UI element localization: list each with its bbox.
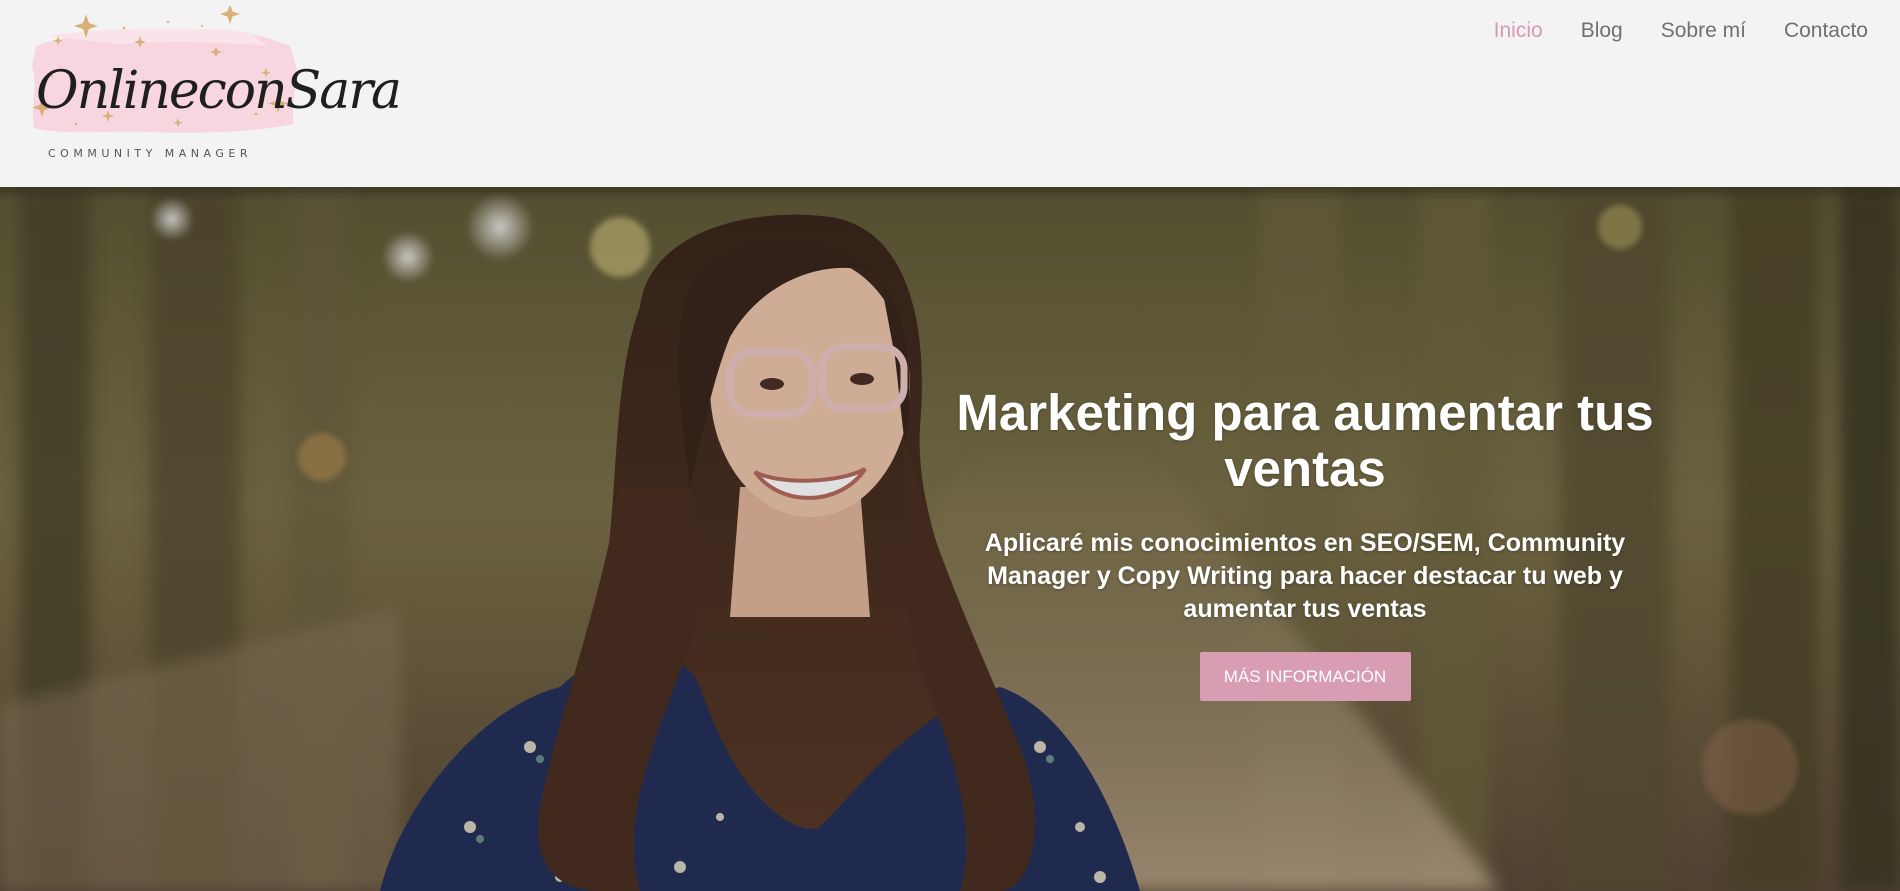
logo-subtitle: COMMUNITY MANAGER bbox=[48, 147, 252, 160]
nav-item-contacto[interactable]: Contacto bbox=[1784, 14, 1868, 48]
nav-item-blog[interactable]: Blog bbox=[1581, 14, 1623, 48]
header-drop-shadow bbox=[0, 187, 1900, 201]
hero-title: Marketing para aumentar tus ventas bbox=[956, 384, 1654, 497]
site-header: OnlineconSara COMMUNITY MANAGER Inicio B… bbox=[0, 0, 1900, 187]
hero-section: Marketing para aumentar tus ventas Aplic… bbox=[0, 187, 1900, 891]
nav-item-inicio[interactable]: Inicio bbox=[1494, 14, 1543, 48]
site-logo[interactable]: OnlineconSara COMMUNITY MANAGER bbox=[28, 6, 402, 176]
hero-subtitle: Aplicaré mis conocimientos en SEO/SEM, C… bbox=[984, 529, 1626, 623]
logo-script-text: OnlineconSara bbox=[36, 61, 402, 121]
more-info-button[interactable]: MÁS INFORMACIÓN bbox=[1199, 652, 1411, 701]
nav-item-sobre-mi[interactable]: Sobre mí bbox=[1661, 14, 1746, 48]
main-nav: Inicio Blog Sobre mí Contacto bbox=[1494, 14, 1868, 48]
hero-content: Marketing para aumentar tus ventas Aplic… bbox=[930, 385, 1680, 701]
